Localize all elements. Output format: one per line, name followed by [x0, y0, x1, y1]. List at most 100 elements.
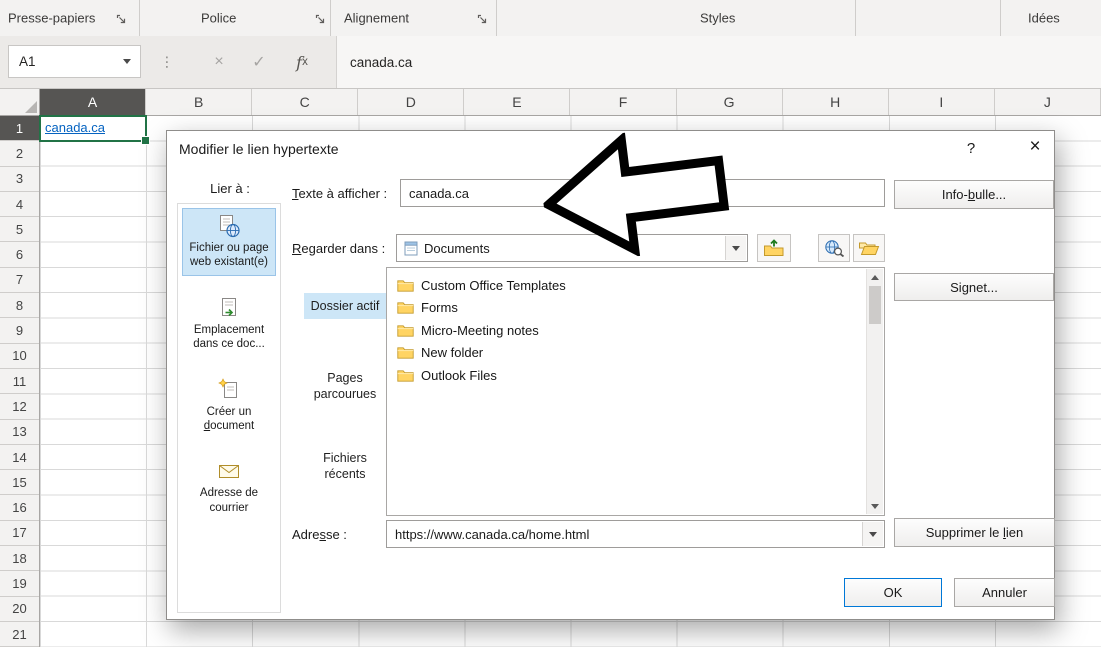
row-header[interactable]: 7 [0, 268, 39, 293]
formula-bar-grip-icon: ⋮ [160, 54, 174, 71]
screentip-button[interactable]: Info-bulle... [894, 180, 1054, 209]
row-header[interactable]: 14 [0, 445, 39, 470]
row-header[interactable]: 11 [0, 369, 39, 394]
address-combobox[interactable] [386, 520, 885, 548]
row-header[interactable]: 9 [0, 318, 39, 343]
name-box-dropdown-icon[interactable] [123, 59, 131, 64]
row-header[interactable]: 18 [0, 546, 39, 571]
column-header[interactable]: F [570, 89, 676, 115]
formula-text: canada.ca [337, 55, 412, 70]
look-in-value: Documents [424, 241, 490, 256]
confirm-entry-button[interactable]: ✓ [243, 36, 275, 88]
alignment-dialog-launcher-icon[interactable] [477, 12, 488, 23]
name-box-value: A1 [9, 54, 123, 69]
row-header[interactable]: 1 [0, 116, 39, 141]
text-to-display-input[interactable] [400, 179, 885, 207]
file-list-item[interactable]: New folder [388, 342, 866, 365]
cancel-button[interactable]: Annuler [954, 578, 1055, 607]
row-header-label: 18 [12, 551, 26, 566]
address-input[interactable] [387, 527, 863, 542]
column-header[interactable]: B [146, 89, 252, 115]
row-header[interactable]: 20 [0, 597, 39, 622]
existing-file-or-webpage-icon [217, 214, 241, 238]
row-header[interactable]: 3 [0, 167, 39, 192]
column-header-label: I [939, 94, 943, 110]
nav-recent-files[interactable]: Fichiers récents [304, 445, 386, 488]
name-box[interactable]: A1 [8, 45, 141, 78]
link-type-place-in-document[interactable]: Emplacement dans ce doc... [182, 290, 276, 358]
row-header[interactable]: 19 [0, 571, 39, 596]
row-header[interactable]: 17 [0, 521, 39, 546]
scroll-up-button[interactable] [867, 269, 883, 285]
dialog-close-button[interactable]: × [1022, 136, 1048, 158]
link-type-existing-file[interactable]: Fichier ou page web existant(e) [182, 208, 276, 276]
folder-icon [397, 346, 414, 359]
file-list-item[interactable]: Forms [388, 297, 866, 320]
address-dropdown-button[interactable] [862, 522, 883, 546]
column-header[interactable]: C [252, 89, 358, 115]
file-list-scrollbar[interactable] [866, 269, 883, 514]
formula-input[interactable]: canada.ca [337, 36, 1101, 88]
row-headers: 1 2 3 4 5 6 7 8 9 10 11 12 13 14 15 [0, 116, 40, 647]
column-header[interactable]: H [783, 89, 889, 115]
scrollbar-thumb[interactable] [869, 286, 881, 324]
column-header-label: G [724, 94, 735, 110]
ribbon-divider [330, 0, 331, 36]
file-list-item[interactable]: Micro-Meeting notes [388, 319, 866, 342]
look-in-dropdown-button[interactable] [725, 236, 746, 260]
formula-bar: A1 ⋮ × ✓ fx canada.ca [0, 36, 1101, 89]
row-header[interactable]: 13 [0, 420, 39, 445]
row-header-label: 1 [16, 121, 23, 136]
file-list-item[interactable]: Outlook Files [388, 364, 866, 387]
column-header[interactable]: E [464, 89, 570, 115]
bookmark-button[interactable]: Signet... [894, 273, 1054, 301]
browse-files-button[interactable] [853, 234, 885, 262]
row-header-label: 10 [12, 348, 26, 363]
select-all-button[interactable] [0, 89, 40, 116]
row-header-label: 17 [12, 525, 26, 540]
look-in-combobox[interactable]: Documents [396, 234, 748, 262]
column-header[interactable]: G [677, 89, 783, 115]
cell-A1[interactable]: canada.ca [39, 115, 147, 142]
documents-folder-icon [404, 241, 418, 256]
column-header[interactable]: J [995, 89, 1101, 115]
font-dialog-launcher-icon[interactable] [315, 12, 326, 23]
scroll-down-button[interactable] [867, 498, 883, 514]
row-header-label: 9 [16, 323, 23, 338]
up-one-folder-button[interactable] [757, 234, 791, 262]
insert-function-button[interactable]: fx [286, 36, 318, 88]
cell-A1-hyperlink[interactable]: canada.ca [41, 117, 145, 139]
file-list-item[interactable]: Custom Office Templates [388, 274, 866, 297]
fill-handle[interactable] [141, 136, 150, 145]
column-header[interactable]: I [889, 89, 995, 115]
browse-nav-column: Dossier actif Pages parcourues Fichiers … [301, 267, 386, 516]
nav-browsed-pages[interactable]: Pages parcourues [304, 365, 386, 408]
nav-current-folder[interactable]: Dossier actif [304, 293, 386, 319]
remove-link-button[interactable]: Supprimer le lien [894, 518, 1055, 547]
link-type-email-address[interactable]: Adresse de courrier [182, 453, 276, 521]
excel-window: Presse-papiers Police Alignement Styles … [0, 0, 1101, 647]
row-header[interactable]: 12 [0, 394, 39, 419]
column-header-label: C [300, 94, 310, 110]
row-header[interactable]: 4 [0, 192, 39, 217]
dialog-help-button[interactable]: ? [960, 140, 982, 157]
cancel-entry-button[interactable]: × [203, 36, 235, 88]
clipboard-dialog-launcher-icon[interactable] [116, 12, 127, 23]
row-header[interactable]: 15 [0, 470, 39, 495]
row-header[interactable]: 10 [0, 344, 39, 369]
column-header[interactable]: D [358, 89, 464, 115]
row-header[interactable]: 5 [0, 217, 39, 242]
column-header[interactable]: A [40, 89, 146, 115]
ribbon-divider [139, 0, 140, 36]
row-header[interactable]: 21 [0, 622, 39, 647]
row-header-label: 4 [16, 197, 23, 212]
row-header[interactable]: 8 [0, 293, 39, 318]
row-header[interactable]: 2 [0, 141, 39, 166]
row-header[interactable]: 6 [0, 242, 39, 267]
row-header[interactable]: 16 [0, 495, 39, 520]
file-list: Custom Office Templates Forms Mi [386, 267, 885, 516]
link-type-create-document[interactable]: Créer un document [182, 372, 276, 440]
browse-web-button[interactable] [818, 234, 850, 262]
create-new-document-icon [217, 378, 241, 402]
ok-button[interactable]: OK [844, 578, 942, 607]
